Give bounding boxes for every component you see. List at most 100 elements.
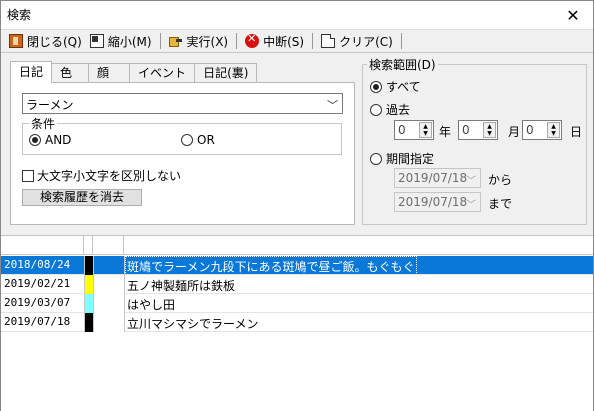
checkbox-box [22,169,34,182]
or-radio-indicator [181,134,193,146]
search-range-group: 検索範囲(D) すべて 過去 0 ▲ ▼ 年 0 ▲ ▼ 月 0 ▲ ▼ 日 期間指定 [362,56,587,225]
header-date-column[interactable] [1,236,84,255]
table-row[interactable]: 2018/08/24 斑鳩でラーメン九段下にある斑鳩で昼ご飯。もぐもぐ [1,256,593,277]
or-radio-label: OR [197,133,215,147]
search-window: 検索 ✕ 閉じる(Q) 縮小(M) 実行(X) 中断(S) クリア(C) [0,0,594,411]
row-face-cell [93,294,124,313]
year-unit: 年 [439,125,452,139]
header-color-column[interactable] [84,236,93,255]
range-period-indicator [370,152,382,165]
row-divider [93,256,94,275]
list-header [1,236,593,255]
range-all-radio[interactable]: すべて [370,78,421,95]
shrink-window-icon [89,34,104,48]
row-divider [84,275,85,294]
row-divider [84,313,85,332]
from-date-value: 2019/07/18 [398,171,468,185]
from-date-picker[interactable]: 2019/07/18 ﹀ [394,168,481,188]
month-spinner[interactable]: 0 ▲ ▼ [458,120,498,140]
row-date: 2019/03/07 [4,296,71,309]
toolbar: 閉じる(Q) 縮小(M) 実行(X) 中断(S) クリア(C) [1,29,593,53]
header-face-column[interactable] [93,236,124,255]
row-divider [84,294,85,313]
row-color-swatch [84,275,93,294]
stop-button[interactable]: 中断(S) [241,30,308,52]
shrink-button[interactable]: 縮小(M) [86,30,156,52]
to-date-picker[interactable]: 2019/07/18 ﹀ [394,192,481,212]
or-radio[interactable]: OR [181,133,215,147]
range-all-label: すべて [386,80,421,94]
close-button-label: 閉じる(Q) [27,34,82,49]
window-title: 検索 [7,8,32,22]
row-divider [93,275,94,294]
case-insensitive-label: 大文字小文字を区別しない [37,169,182,183]
row-divider [124,294,125,313]
condition-group: 条件 AND OR [22,115,342,155]
case-insensitive-checkbox[interactable]: 大文字小文字を区別しない [22,167,181,184]
row-date: 2019/02/21 [4,277,71,290]
range-past-indicator [370,103,382,116]
row-color-swatch [84,294,93,313]
table-row[interactable]: 2019/02/21 五ノ神製麺所は鉄板 [1,275,593,294]
run-button[interactable]: 実行(X) [165,30,233,52]
year-value: 0 [398,123,406,137]
to-label: まで [488,197,513,211]
tab-face[interactable]: 顔 [88,63,131,83]
row-divider [124,313,125,332]
table-row[interactable]: 2019/03/07 はやし田 [1,294,593,313]
month-value: 0 [462,123,470,137]
row-divider [124,275,125,294]
row-divider [93,313,94,332]
condition-legend: 条件 [29,115,58,132]
row-date: 2018/08/24 [4,258,71,271]
row-text: 五ノ神製麺所は鉄板 [127,279,236,293]
tab-diary-back[interactable]: 日記(裏) [194,63,258,83]
range-past-label: 過去 [386,103,411,117]
spinner-arrows-icon[interactable]: ▲ ▼ [547,122,560,138]
close-window-button[interactable]: ✕ [553,1,593,29]
month-unit: 月 [508,125,521,139]
stop-button-label: 中断(S) [263,34,305,49]
toolbar-separator [312,33,314,49]
chevron-down-icon[interactable]: ﹀ [327,97,338,113]
row-face-cell [93,275,124,294]
run-icon [168,34,183,48]
range-period-label: 期間指定 [386,152,435,166]
clear-history-button[interactable]: 検索履歴を消去 [22,189,142,206]
to-date-value: 2019/07/18 [398,195,468,209]
close-button[interactable]: 閉じる(Q) [5,30,86,52]
year-spinner[interactable]: 0 ▲ ▼ [394,120,434,140]
tab-color[interactable]: 色 [51,63,90,83]
run-button-label: 実行(X) [186,34,229,49]
row-face-cell [93,256,124,275]
shrink-button-label: 縮小(M) [107,34,152,49]
row-text: はやし田 [127,298,176,312]
clear-button[interactable]: クリア(C) [317,30,397,52]
search-range-legend: 検索範囲(D) [367,56,438,73]
range-all-indicator [370,80,382,93]
tab-diary[interactable]: 日記 [10,61,53,83]
tab-event[interactable]: イベント [129,63,196,83]
row-divider [93,294,94,313]
and-radio-label: AND [45,133,72,147]
table-row[interactable]: 2019/07/18 立川マシマシでラーメン [1,313,593,332]
document-icon [321,34,336,48]
title-bar: 検索 ✕ [1,1,593,29]
range-past-radio[interactable]: 過去 [370,101,410,118]
spinner-arrows-icon[interactable]: ▲ ▼ [419,122,432,138]
and-radio[interactable]: AND [29,133,71,147]
range-period-radio[interactable]: 期間指定 [370,150,434,167]
day-unit: 日 [570,125,583,139]
row-face-cell [93,313,124,332]
chevron-down-icon[interactable]: ﹀ [466,196,476,211]
row-divider [84,256,85,275]
keyword-combobox[interactable]: ラーメン ﹀ [22,93,343,114]
and-radio-indicator [29,134,41,146]
chevron-down-icon[interactable]: ﹀ [466,172,476,187]
day-spinner[interactable]: 0 ▲ ▼ [522,120,562,140]
row-text: 立川マシマシでラーメン [127,317,259,331]
clear-button-label: クリア(C) [339,34,393,49]
spinner-arrows-icon[interactable]: ▲ ▼ [483,122,496,138]
results-list[interactable]: 2018/08/24 斑鳩でラーメン九段下にある斑鳩で昼ご飯。もぐもぐ 2019/0… [1,235,593,411]
row-date: 2019/07/18 [4,315,71,328]
